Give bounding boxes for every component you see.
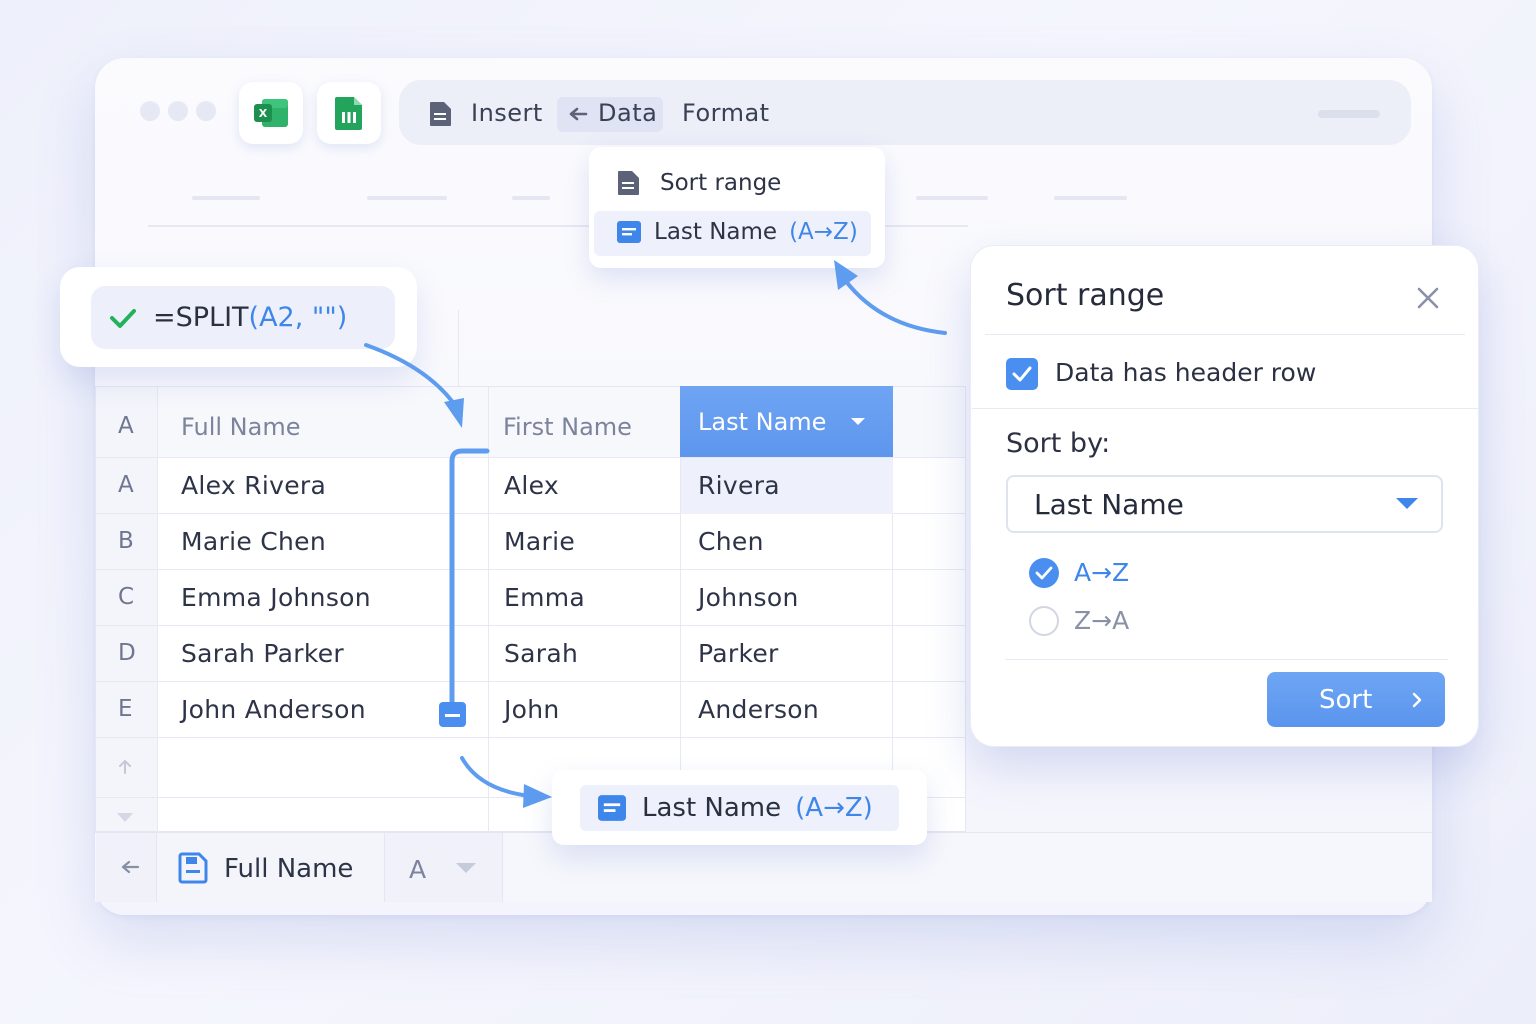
sort-by-value: Last Name [1034,487,1184,521]
chevron-right-icon [1412,692,1422,707]
caret-down-icon[interactable] [455,862,477,874]
cell-full-name[interactable]: Marie Chen [181,527,326,556]
grid-line [95,625,966,626]
menu-bar [399,80,1411,145]
sort-by-select[interactable]: Last Name [1006,475,1443,533]
menu-item-label: Sort range [660,170,782,196]
sort-tooltip-suffix: (A→Z) [795,793,873,823]
dialog-divider [1005,659,1448,660]
row-header[interactable]: B [118,528,134,554]
row-header[interactable]: C [118,584,134,610]
cell-last-name[interactable]: Rivera [698,471,780,500]
cell-first-name[interactable]: Emma [504,583,585,612]
svg-text:X: X [259,107,268,120]
cell-first-name[interactable]: John [504,695,560,724]
sort-by-label: Sort by: [1006,428,1111,459]
sort-tooltip-label: Last Name [642,793,782,823]
arrow-left-icon [569,107,588,121]
column-header-last-name[interactable]: Last Name [680,386,893,457]
cell-first-name[interactable]: Sarah [504,639,578,668]
save-document-icon [178,852,208,884]
column-selector-value: A [409,855,427,884]
sheets-app-button[interactable] [317,82,381,144]
caret-down-icon [1396,498,1418,509]
dialog-divider [985,334,1465,335]
list-card-icon [617,221,641,243]
column-header-label: Last Name [698,407,827,436]
row-header[interactable]: A [118,472,134,498]
grid-line [95,569,966,570]
header-row-checkbox[interactable] [1006,358,1038,390]
menu-item-last-name-az[interactable]: Last Name (A→Z) [616,219,858,245]
dialog-title: Sort range [1006,278,1165,313]
radio-a-to-z[interactable] [1029,558,1059,588]
menu-format[interactable]: Format [682,99,770,127]
cell-full-name[interactable]: Emma Johnson [181,583,371,612]
excel-app-button[interactable]: X [239,82,303,144]
sort-button[interactable]: Sort [1267,672,1445,727]
menu-item-sort-range[interactable]: Sort range [616,170,781,196]
menu-item-suffix: (A→Z) [789,219,858,245]
toolbar-placeholder [367,196,447,200]
caret-down-icon[interactable] [116,812,134,824]
caret-down-icon[interactable] [850,417,866,427]
check-icon [1035,566,1053,580]
grid-line [157,386,158,832]
column-header-full-name[interactable]: Full Name [181,413,300,441]
toolbar-placeholder [916,196,988,200]
check-icon [110,308,136,328]
toolbar-placeholder [1054,196,1127,200]
window-dot[interactable] [168,101,188,121]
arrow-left-icon[interactable] [120,859,140,875]
grid-line [95,681,966,682]
column-header-first-name[interactable]: First Name [503,413,632,441]
list-card-icon [598,795,626,821]
corner-cell[interactable]: A [118,413,134,439]
excel-icon: X [254,99,288,127]
cell-last-name[interactable]: Johnson [698,583,799,612]
cell-full-name[interactable]: Sarah Parker [181,639,344,668]
sort-tooltip[interactable]: Last Name (A→Z) [580,785,899,831]
menu-insert[interactable]: Insert [471,99,543,127]
menu-data[interactable]: Data [598,99,657,127]
formula-function: =SPLIT [153,302,249,333]
arrow-up-icon[interactable] [117,760,133,774]
check-icon [1012,366,1032,382]
formula-arguments: (A2, "") [248,302,348,333]
grid-line [488,386,489,832]
cell-first-name[interactable]: Alex [504,471,559,500]
sort-button-label: Sort [1319,684,1373,715]
radio-z-to-a[interactable] [1029,606,1059,636]
dialog-divider [972,408,1478,409]
radio-z-to-a-label: Z→A [1074,606,1130,635]
row-header[interactable]: D [118,640,136,666]
close-icon[interactable] [1410,280,1446,316]
window-dot[interactable] [140,101,160,121]
column-selector[interactable] [385,833,503,902]
cell-last-name[interactable]: Parker [698,639,779,668]
toolbar-placeholder [192,196,260,200]
document-icon [618,171,639,195]
toolbar-placeholder [512,196,550,200]
sheets-icon [335,97,362,130]
menu-scroll-indicator[interactable] [1318,110,1380,118]
document-icon [430,102,451,126]
cell-first-name[interactable]: Marie [504,527,575,556]
cell-last-name[interactable]: Anderson [698,695,819,724]
grid-line [458,310,459,386]
cell-last-name[interactable]: Chen [698,527,764,556]
cell-full-name[interactable]: Alex Rivera [181,471,326,500]
radio-a-to-z-label: A→Z [1074,558,1130,587]
cell-full-name[interactable]: John Anderson [181,695,366,724]
formula-bar[interactable]: =SPLIT(A2, "") [91,286,395,349]
fill-handle[interactable] [439,702,466,727]
window-dot[interactable] [196,101,216,121]
grid-line [95,737,966,738]
header-row-label: Data has header row [1055,358,1317,387]
row-header[interactable]: E [118,696,133,722]
menu-item-label: Last Name [654,219,778,245]
sheet-tab-label: Full Name [224,854,354,884]
